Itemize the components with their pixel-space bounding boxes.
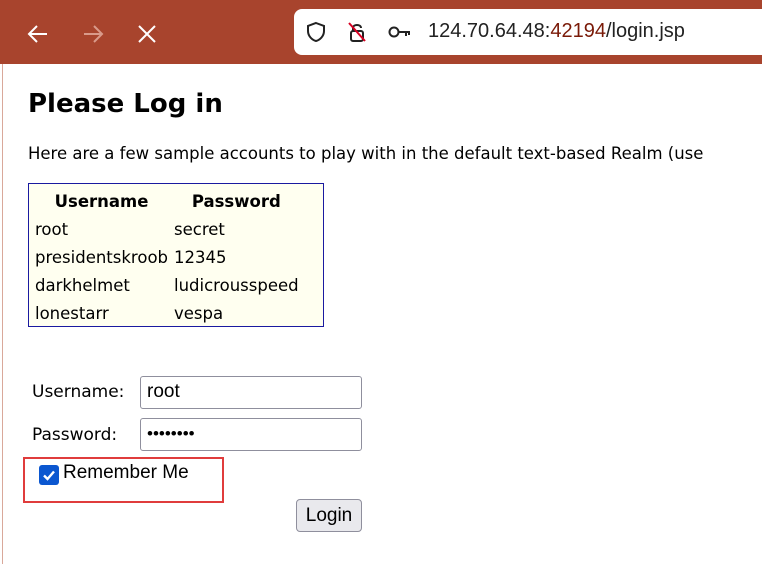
sample-accounts-table: Username Password root secret presidents…	[28, 183, 324, 327]
password-column-header: Password	[191, 191, 281, 211]
table-header-row: Username Password	[33, 188, 301, 214]
remember-me-label[interactable]: Remember Me	[63, 462, 189, 484]
checkmark-icon	[43, 470, 55, 481]
username-cell: root	[35, 219, 69, 239]
username-cell: lonestarr	[35, 303, 109, 323]
password-cell: 12345	[174, 247, 227, 267]
close-icon[interactable]	[127, 14, 167, 54]
username-input[interactable]: root	[140, 376, 362, 409]
intro-text: Here are a few sample accounts to play w…	[28, 144, 704, 163]
username-cell: presidentskroob	[35, 247, 169, 267]
password-cell: vespa	[174, 303, 224, 323]
shield-icon[interactable]	[305, 21, 327, 43]
password-cell: ludicrousspeed	[174, 275, 299, 295]
table-row: presidentskroob 12345	[33, 244, 301, 270]
insecure-lock-icon[interactable]	[346, 21, 368, 43]
remember-me-checkbox[interactable]	[39, 465, 59, 485]
username-column-header: Username	[54, 191, 149, 211]
url-text[interactable]: 124.70.64.48:42194/login.jsp	[428, 20, 685, 43]
page-title: Please Log in	[28, 89, 223, 119]
password-cell: secret	[174, 219, 225, 239]
key-icon[interactable]	[388, 21, 410, 43]
username-cell: darkhelmet	[35, 275, 130, 295]
table-row: darkhelmet ludicrousspeed	[33, 272, 301, 298]
password-label: Password:	[32, 425, 118, 445]
forward-arrow-icon[interactable]	[73, 14, 113, 54]
username-label: Username:	[32, 382, 125, 402]
table-row: root secret	[33, 216, 301, 242]
back-arrow-icon[interactable]	[18, 14, 58, 54]
browser-toolbar: 124.70.64.48:42194/login.jsp	[0, 0, 762, 64]
address-bar[interactable]: 124.70.64.48:42194/login.jsp	[294, 9, 762, 55]
login-page: Please Log in Here are a few sample acco…	[0, 64, 762, 564]
password-input[interactable]: ••••••••	[140, 418, 362, 451]
login-button[interactable]: Login	[296, 499, 362, 532]
table-row: lonestarr vespa	[33, 300, 301, 326]
